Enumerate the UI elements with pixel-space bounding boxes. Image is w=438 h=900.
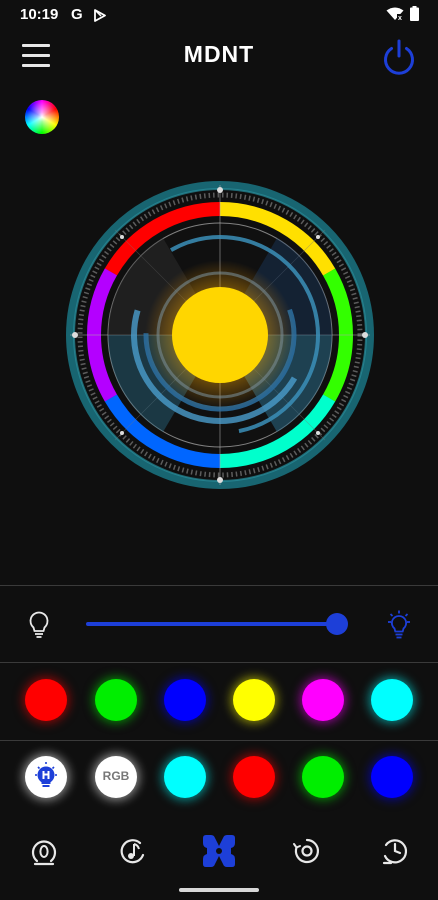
mode-preset-row: RGB [0, 747, 438, 807]
rgb-mode-label: RGB [102, 769, 130, 783]
nav-timer-zero[interactable] [21, 828, 67, 874]
selected-color-indicator [172, 287, 268, 383]
music-mode-icon [120, 839, 145, 864]
mode-color-blue[interactable] [371, 756, 413, 798]
clock-timer-icon [382, 839, 408, 865]
mode-color-green[interactable] [302, 756, 344, 798]
color-preset-blue[interactable] [164, 679, 206, 721]
divider [0, 585, 438, 586]
wifi-icon: x [386, 7, 404, 21]
mdnt-bulb-icon [35, 762, 57, 787]
status-bar: 10:19 G x [0, 0, 438, 30]
power-button[interactable] [380, 38, 418, 76]
divider [0, 740, 438, 741]
color-dial[interactable] [65, 180, 375, 490]
mdnt-bulb-button[interactable] [25, 756, 67, 798]
rgb-mode-button[interactable]: RGB [95, 756, 137, 798]
google-icon: G [71, 6, 83, 23]
app-header: MDNT [0, 30, 438, 86]
play-store-icon [94, 9, 106, 22]
brightness-slider[interactable] [86, 612, 348, 636]
color-preset-green[interactable] [95, 679, 137, 721]
nav-music[interactable] [110, 828, 156, 874]
brightness-slider-thumb[interactable] [326, 613, 348, 635]
color-preset-red[interactable] [25, 679, 67, 721]
color-preset-cyan[interactable] [371, 679, 413, 721]
mode-color-red[interactable] [233, 756, 275, 798]
app-title: MDNT [183, 41, 255, 67]
bulb-dim-icon [29, 611, 49, 638]
color-preset-magenta[interactable] [302, 679, 344, 721]
color-preset-yellow[interactable] [233, 679, 275, 721]
brightness-slider-track [86, 622, 337, 626]
gesture-bar[interactable] [179, 888, 259, 892]
bulb-bright-icon [388, 610, 410, 639]
color-preset-row [0, 670, 438, 730]
nav-mdnt[interactable] [196, 828, 242, 874]
mdnt-logo-icon [203, 835, 235, 867]
color-dial-graphic [66, 181, 374, 489]
zero-timer-icon [31, 840, 57, 866]
color-wheel-button[interactable] [25, 100, 59, 134]
nav-timer[interactable] [372, 828, 418, 874]
battery-icon [410, 6, 419, 21]
svg-text:x: x [398, 15, 402, 21]
bottom-nav [0, 828, 438, 874]
mode-color-cyan[interactable] [164, 756, 206, 798]
status-time: 10:19 [20, 6, 59, 23]
nav-effects[interactable] [284, 828, 330, 874]
divider [0, 662, 438, 663]
effects-icon [293, 838, 319, 864]
